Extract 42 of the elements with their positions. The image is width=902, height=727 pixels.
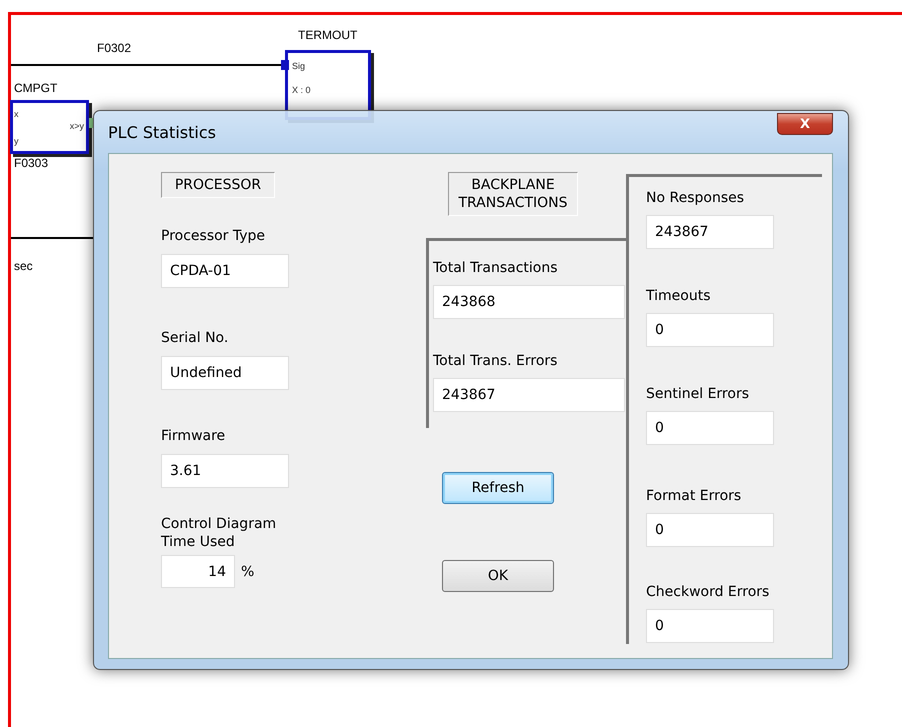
wire-label: F0303: [14, 156, 48, 170]
value-field[interactable]: 3.61: [161, 454, 289, 488]
field-label: Timeouts: [646, 287, 712, 305]
value-field[interactable]: 0: [646, 411, 774, 445]
section-heading: PROCESSOR: [161, 172, 275, 198]
field-label: Processor Type: [161, 227, 266, 245]
value-field[interactable]: 0: [646, 609, 774, 643]
refresh-button[interactable]: Refresh: [442, 472, 554, 504]
field-label: Format Errors: [646, 487, 742, 505]
field-label: Total Trans. Errors: [433, 352, 558, 370]
value-field[interactable]: 0: [646, 513, 774, 547]
port-label: x: [14, 109, 18, 119]
field-label: No Responses: [646, 189, 746, 207]
window-title: PLC Statistics: [108, 122, 216, 142]
port-label: Sig: [292, 61, 306, 71]
value-field[interactable]: 243868: [433, 285, 625, 319]
block-title: CMPGT: [14, 81, 58, 95]
section-heading: BACKPLANE TRANSACTIONS: [448, 172, 578, 216]
value-field[interactable]: 14: [161, 555, 235, 588]
wire-label: F0302: [97, 41, 132, 55]
port-pin: [281, 60, 289, 70]
ok-button[interactable]: OK: [442, 560, 554, 592]
value-field[interactable]: CPDA-01: [161, 254, 289, 288]
block-title: TERMOUT: [298, 28, 358, 42]
value-field[interactable]: 243867: [646, 215, 774, 249]
value-field[interactable]: 0: [646, 313, 774, 347]
value-field[interactable]: Undefined: [161, 356, 289, 390]
field-label: Control Diagram Time Used: [161, 515, 278, 551]
value-field[interactable]: 243867: [433, 378, 625, 412]
port-pin: [89, 118, 93, 128]
close-button[interactable]: X: [777, 113, 833, 135]
note-text: sec: [14, 259, 33, 273]
field-label: Total Transactions: [433, 259, 559, 277]
field-label: Serial No.: [161, 329, 230, 347]
field-label: Checkword Errors: [646, 583, 770, 601]
port-label: x>y: [70, 121, 84, 131]
field-label: Firmware: [161, 427, 226, 445]
port-label: y: [14, 136, 18, 146]
function-block[interactable]: x x>y y: [10, 100, 89, 154]
field-label: Sentinel Errors: [646, 385, 750, 403]
unit-label: %: [241, 562, 254, 580]
port-label: X : 0: [292, 85, 311, 95]
